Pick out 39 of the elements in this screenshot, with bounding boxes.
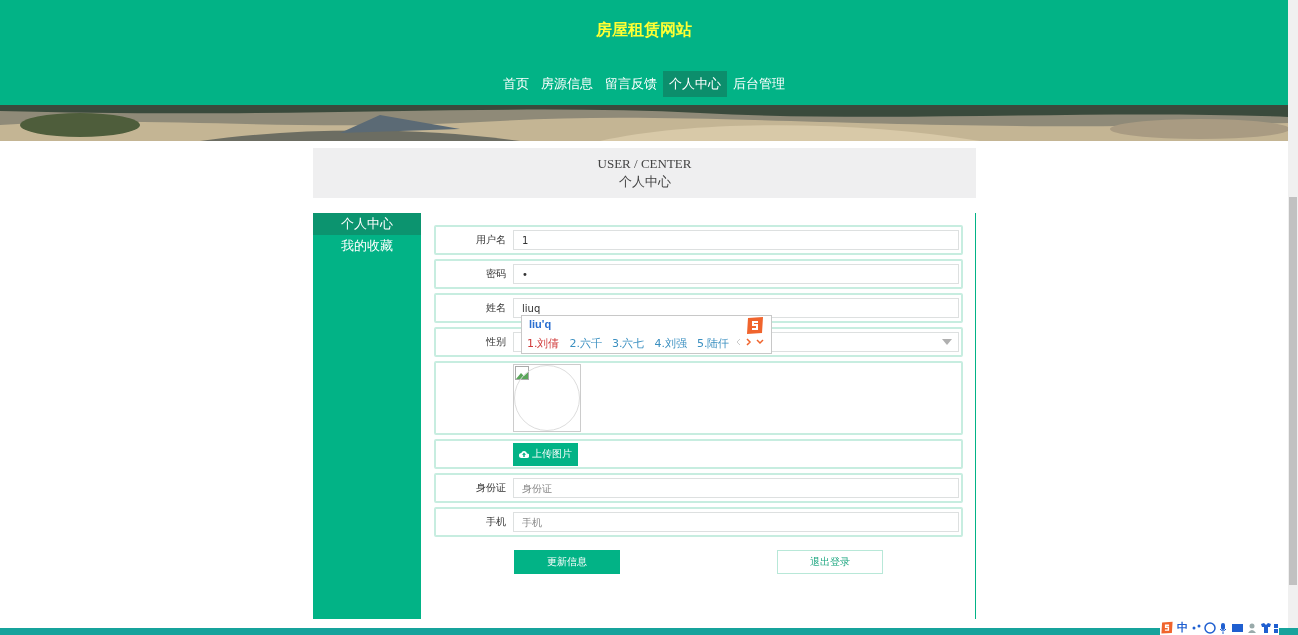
- nav-tab[interactable]: 留言反馈: [599, 71, 663, 97]
- update-button[interactable]: 更新信息: [514, 550, 620, 574]
- text-field[interactable]: 手机: [513, 512, 959, 532]
- field-label: 身份证: [475, 481, 507, 495]
- ime-composition: liu'q: [529, 318, 552, 330]
- upload-button[interactable]: 上传图片: [513, 442, 578, 466]
- text-field[interactable]: 身份证: [513, 478, 959, 498]
- field-label: 密码: [485, 267, 507, 281]
- heading-subtitle: 个人中心: [618, 173, 671, 191]
- field-label: 手机: [485, 515, 507, 529]
- field-label: 用户名: [475, 233, 507, 247]
- sidebar-item[interactable]: 个人中心: [313, 213, 421, 235]
- site-title: 房屋租赁网站: [596, 19, 692, 41]
- ime-candidate[interactable]: 2.六千: [569, 336, 602, 351]
- scrollbar[interactable]: [1288, 0, 1298, 628]
- broken-image-icon: [515, 366, 529, 380]
- ime-tool-icons-drawing[interactable]: [1191, 622, 1279, 634]
- scrollbar-thumb[interactable]: [1289, 197, 1297, 585]
- text-field[interactable]: •: [513, 264, 959, 284]
- sidebar-item[interactable]: 我的收藏: [313, 235, 421, 257]
- ime-candidate[interactable]: 3.六七: [612, 336, 645, 351]
- field-label: 姓名: [485, 301, 507, 315]
- nav-tab[interactable]: 个人中心: [663, 71, 727, 97]
- text-field[interactable]: 1: [513, 230, 959, 250]
- ime-candidate[interactable]: 1.刘倩: [527, 336, 560, 351]
- page-arrows-icon[interactable]: [735, 338, 765, 346]
- nav-tab[interactable]: 房源信息: [535, 71, 599, 97]
- nav-tab[interactable]: 后台管理: [727, 71, 791, 97]
- dropdown-arrow-icon: [942, 339, 952, 345]
- ime-logo-icon[interactable]: [1160, 621, 1174, 635]
- logout-button[interactable]: 退出登录: [777, 550, 883, 574]
- ime-candidate[interactable]: 5.陆仟: [697, 336, 730, 351]
- ime-candidate[interactable]: 4.刘强: [654, 336, 687, 351]
- heading-title: USER / CENTER: [597, 155, 692, 173]
- cloud-upload-icon: [519, 450, 529, 458]
- text-field[interactable]: liuq: [513, 298, 959, 318]
- ime-mode[interactable]: 中: [1177, 621, 1188, 635]
- nav-tab[interactable]: 首页: [497, 71, 535, 97]
- field-label: 性别: [485, 335, 507, 349]
